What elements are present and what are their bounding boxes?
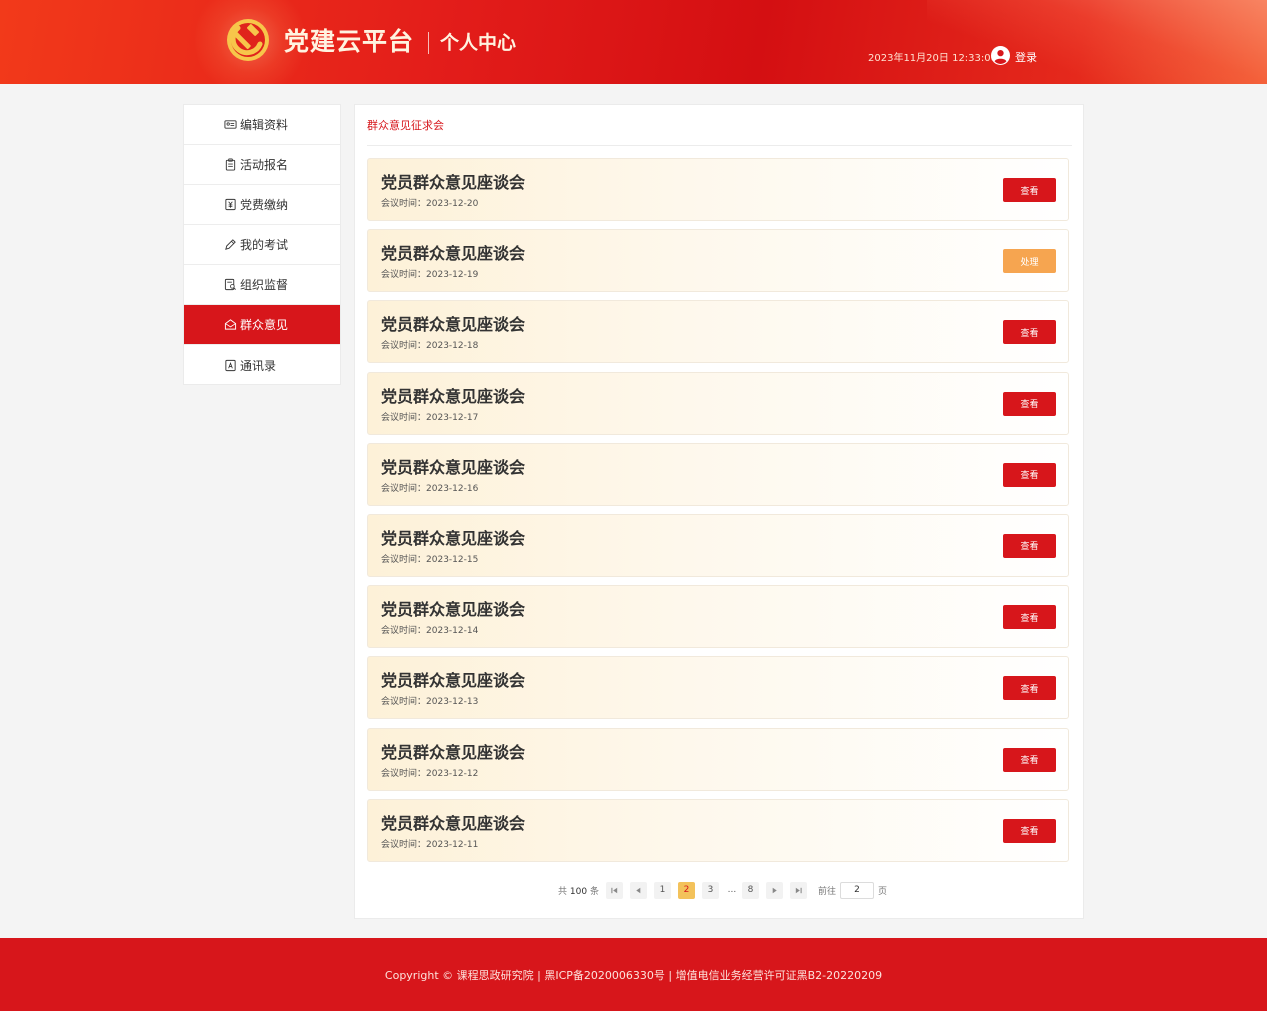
meeting-title: 党员群众意见座谈会 — [381, 813, 526, 833]
breadcrumb[interactable]: 群众意见征求会 — [367, 117, 444, 133]
meeting-card: 党员群众意见座谈会会议时间：2023-12-11 查看 — [367, 798, 1069, 862]
goto-label: 前往 — [817, 886, 836, 897]
sidebar-item-label: 活动报名 — [240, 158, 289, 172]
yuan-doc-icon — [225, 198, 236, 211]
sidebar-item-party-dues[interactable]: 党费缴纳 — [184, 185, 340, 225]
sidebar-item-label: 我的考试 — [240, 238, 289, 252]
sidebar-item-label: 党费缴纳 — [240, 198, 289, 212]
pagination-total: 共 100 条 — [558, 886, 599, 897]
page-unit-label: 页 — [877, 886, 887, 897]
meeting-date: 会议时间：2023-12-12 — [381, 768, 479, 779]
title-divider — [428, 32, 429, 54]
meeting-card: 党员群众意见座谈会会议时间：2023-12-12 查看 — [367, 727, 1069, 791]
handle-button[interactable]: 处理 — [1003, 249, 1056, 274]
view-button[interactable]: 查看 — [1003, 391, 1056, 416]
meeting-title: 党员群众意见座谈会 — [381, 244, 526, 264]
meeting-title: 党员群众意见座谈会 — [381, 315, 526, 335]
sidebar-item-label: 群众意见 — [240, 318, 289, 332]
next-page-icon — [772, 887, 777, 893]
view-button[interactable]: 查看 — [1003, 533, 1056, 558]
sidebar-item-public-opinion[interactable]: 群众意见 — [184, 305, 340, 345]
page-ellipsis: ... — [727, 885, 737, 895]
pen-icon — [225, 239, 236, 250]
meeting-date: 会议时间：2023-12-16 — [381, 483, 479, 494]
sidebar-item-my-exam[interactable]: 我的考试 — [184, 225, 340, 265]
last-page-button[interactable] — [789, 881, 807, 899]
prev-page-button[interactable] — [629, 881, 647, 899]
page-number-button[interactable]: 8 — [741, 881, 759, 899]
last-page-icon — [795, 887, 802, 893]
meeting-title: 党员群众意见座谈会 — [381, 386, 526, 406]
sidebar-item-label: 编辑资料 — [240, 118, 289, 132]
user-avatar-icon[interactable] — [991, 46, 1010, 65]
meeting-card: 党员群众意见座谈会会议时间：2023-12-18 查看 — [367, 300, 1069, 364]
contact-book-icon — [225, 359, 236, 371]
platform-name: 党建云平台 — [284, 27, 415, 56]
meeting-list: 党员群众意见座谈会 会议时间：2023-12-20 查看 党员群众意见座谈会 会议时间：… — [367, 158, 1069, 870]
first-page-button[interactable] — [605, 881, 623, 899]
sidebar-nav: 编辑资料 活动报名 党费缴纳 我的考试 组织监督 群众意见 通讯录 — [183, 104, 341, 385]
pagination: 共 100 条 123... 8 前往 页 — [558, 881, 887, 899]
meeting-title: 党员群众意见座谈会 — [381, 457, 526, 477]
sidebar-item-org-supervision[interactable]: 组织监督 — [184, 265, 340, 305]
view-button[interactable]: 查看 — [1003, 178, 1056, 202]
breadcrumb-divider — [367, 145, 1072, 146]
meeting-date: 会议时间：2023-12-18 — [381, 341, 479, 352]
party-emblem-icon — [227, 19, 269, 61]
page-number-button[interactable]: 2 — [677, 881, 695, 899]
meeting-date: 会议时间：2023-12-14 — [381, 626, 479, 637]
meeting-title: 党员群众意见座谈会 — [381, 600, 526, 620]
view-button[interactable]: 查看 — [1003, 818, 1056, 843]
view-button[interactable]: 查看 — [1003, 462, 1056, 487]
next-page-button[interactable] — [765, 881, 783, 899]
meeting-title: 党员群众意见座谈会 — [381, 671, 526, 691]
sidebar-item-contacts[interactable]: 通讯录 — [184, 345, 340, 385]
meeting-title: 党员群众意见座谈会 — [381, 528, 526, 548]
content-panel: 群众意见征求会 党员群众意见座谈会 会议时间：2023-12-20 查看 党员群众意见… — [354, 104, 1084, 919]
page-number-group: 1 2 3... 8 — [653, 881, 766, 899]
meeting-date: 会议时间：2023-12-19 — [381, 270, 479, 281]
meeting-card: 党员群众意见座谈会会议时间：2023-12-17 查看 — [367, 371, 1069, 435]
view-button[interactable]: 查看 — [1003, 605, 1056, 630]
footer: Copyright © 课程思政研究院 | 黑ICP备2020006330号 |… — [0, 938, 1267, 1011]
meeting-card: 党员群众意见座谈会会议时间：2023-12-20 查看 — [367, 158, 1069, 221]
sidebar-item-label: 组织监督 — [240, 278, 289, 292]
meeting-date: 会议时间：2023-12-20 — [381, 199, 479, 209]
meeting-date: 会议时间：2023-12-13 — [381, 697, 479, 708]
page-number-button[interactable]: 3 — [701, 881, 719, 899]
sidebar-item-label: 通讯录 — [240, 358, 277, 373]
top-banner: 党建云平台 个人中心 2023年11月20日 12:33:00 登录 — [0, 0, 1267, 84]
meeting-card: 党员群众意见座谈会会议时间：2023-12-14 查看 — [367, 585, 1069, 649]
sidebar-item-activity-signup[interactable]: 活动报名 — [184, 145, 340, 185]
meeting-date: 会议时间：2023-12-15 — [381, 554, 479, 565]
current-datetime: 2023年11月20日 12:33:00 — [868, 53, 997, 64]
view-button[interactable]: 查看 — [1003, 676, 1056, 701]
doc-search-icon — [224, 278, 236, 291]
meeting-card: 党员群众意见座谈会会议时间：2023-12-13 查看 — [367, 656, 1069, 720]
sidebar-item-edit-profile[interactable]: 编辑资料 — [184, 105, 340, 145]
view-button[interactable]: 查看 — [1003, 747, 1056, 772]
page-title: 个人中心 — [440, 32, 517, 54]
meeting-title: 党员群众意见座谈会 — [381, 173, 526, 192]
meeting-card: 党员群众意见座谈会会议时间：2023-12-19 处理 — [367, 229, 1069, 293]
meeting-card: 党员群众意见座谈会会议时间：2023-12-15 查看 — [367, 513, 1069, 577]
page-number-button[interactable]: 1 — [653, 881, 671, 899]
clipboard-icon — [225, 158, 236, 171]
copyright-text: Copyright © 课程思政研究院 | 黑ICP备2020006330号 |… — [384, 968, 883, 982]
goto-page-input[interactable] — [839, 881, 874, 899]
id-card-icon — [224, 120, 237, 129]
prev-page-icon — [636, 887, 641, 893]
meeting-card: 党员群众意见座谈会会议时间：2023-12-16 查看 — [367, 442, 1069, 506]
meeting-title: 党员群众意见座谈会 — [381, 742, 526, 762]
mail-icon — [224, 319, 237, 330]
meeting-date: 会议时间：2023-12-11 — [381, 839, 479, 850]
banner-great-wall-decoration — [927, 0, 1267, 84]
login-link[interactable]: 登录 — [1015, 49, 1037, 65]
view-button[interactable]: 查看 — [1003, 320, 1056, 345]
meeting-date: 会议时间：2023-12-17 — [381, 412, 479, 423]
first-page-icon — [611, 887, 618, 893]
